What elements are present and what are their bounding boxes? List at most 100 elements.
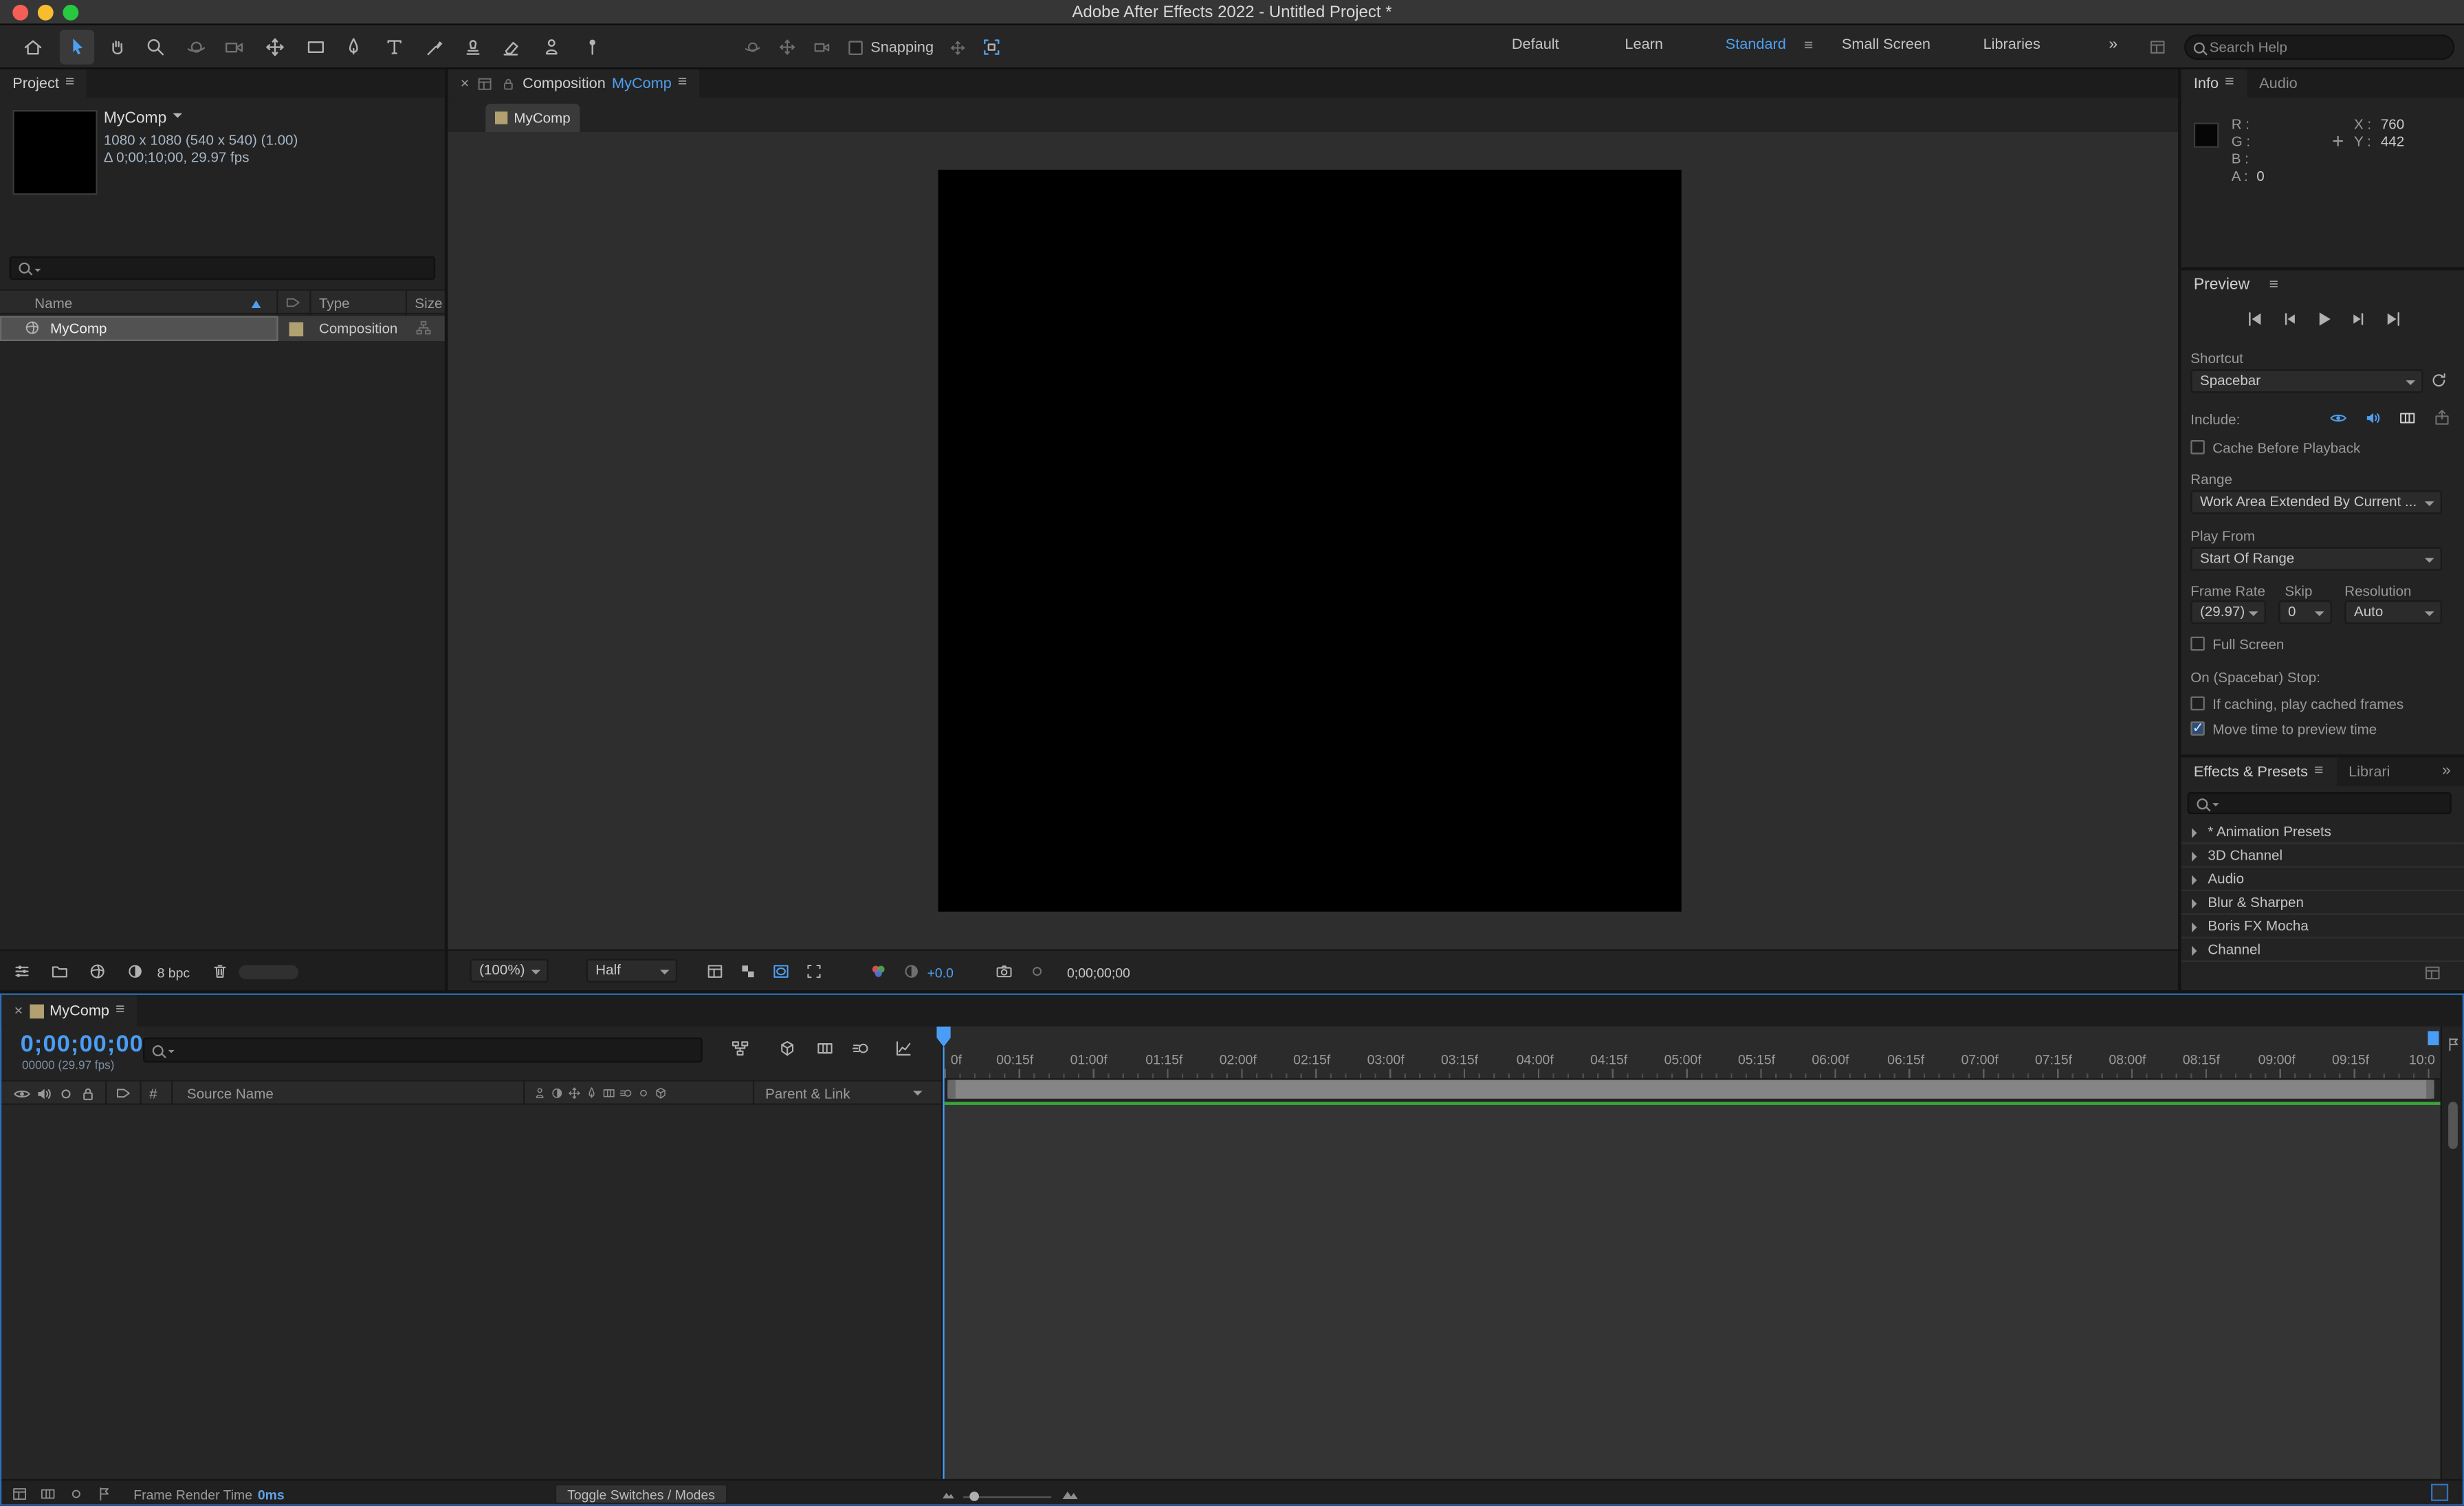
lock-icon[interactable]: [499, 75, 516, 92]
exposure-icon[interactable]: [902, 962, 921, 981]
layer-switches-toggle-icon[interactable]: [11, 1485, 28, 1503]
current-timecode[interactable]: 0;00;00;00: [21, 1031, 144, 1058]
full-screen-checkbox[interactable]: [2190, 637, 2205, 651]
panel-list-icon[interactable]: [2423, 963, 2442, 982]
quality-icon[interactable]: [567, 1086, 582, 1100]
new-composition-icon[interactable]: [88, 962, 107, 981]
include-video-icon[interactable]: [2329, 408, 2347, 427]
column-source-name[interactable]: Source Name: [187, 1086, 274, 1102]
list-item[interactable]: Boris FX Mocha: [2181, 915, 2464, 938]
chevron-right-icon[interactable]: [2192, 946, 2202, 957]
lock-icon[interactable]: [78, 1084, 97, 1103]
timeline-search-input[interactable]: [179, 1042, 693, 1058]
graph-editor-icon[interactable]: [894, 1039, 913, 1058]
trash-icon[interactable]: [210, 962, 229, 981]
resolution-preview-dropdown[interactable]: Auto: [2344, 600, 2442, 624]
close-icon[interactable]: ×: [461, 75, 470, 92]
list-item[interactable]: 3D Channel: [2181, 844, 2464, 867]
shape-tool[interactable]: [298, 30, 333, 64]
play-from-dropdown[interactable]: Start Of Range: [2190, 547, 2442, 570]
vertical-scrollbar[interactable]: [2448, 1102, 2458, 1149]
mask-visibility-icon[interactable]: [771, 962, 790, 981]
motion-blur-icon[interactable]: [852, 1039, 870, 1058]
column-size[interactable]: Size: [415, 296, 442, 312]
panel-layout-icon[interactable]: [2140, 30, 2175, 64]
viewer-timecode[interactable]: 0;00;00;00: [1067, 965, 1130, 981]
snapshot-icon[interactable]: [995, 962, 1013, 981]
tab-effects-presets[interactable]: Effects & Presets ≡: [2181, 758, 2336, 786]
full-screen-label[interactable]: Full Screen: [2212, 637, 2284, 653]
grid-guides-icon[interactable]: [705, 962, 724, 981]
cache-before-playback-label[interactable]: Cache Before Playback: [2212, 440, 2360, 456]
color-management-icon[interactable]: [869, 962, 888, 981]
time-ruler[interactable]: 0f 00:15f 01:00f 01:15f 02:00f 02:15f 03…: [945, 1027, 2441, 1080]
timeline-corner-button[interactable]: [2431, 1484, 2448, 1501]
chevron-right-icon[interactable]: [2192, 875, 2202, 886]
effects-search-input[interactable]: [2223, 796, 2442, 811]
include-overlays-icon[interactable]: [2398, 408, 2417, 427]
workspace-overflow-icon[interactable]: »: [2109, 36, 2118, 54]
shortcut-dropdown[interactable]: Spacebar: [2190, 369, 2423, 393]
sort-ascending-icon[interactable]: [252, 301, 261, 308]
column-name[interactable]: Name: [34, 296, 72, 312]
move-time-label[interactable]: Move time to preview time: [2212, 721, 2377, 737]
composition-mini-flowchart-icon[interactable]: [731, 1039, 749, 1058]
chevron-down-icon[interactable]: [913, 1091, 923, 1100]
tab-composition[interactable]: × Composition MyComp ≡: [448, 69, 699, 98]
brush-tool[interactable]: [418, 30, 452, 64]
type-tool[interactable]: [377, 30, 412, 64]
viewer-canvas-area[interactable]: [448, 132, 2178, 950]
roto-brush-tool[interactable]: [534, 30, 569, 64]
viewer-subtab[interactable]: MyComp: [485, 104, 580, 132]
project-search-input[interactable]: [45, 260, 426, 276]
eraser-tool[interactable]: [494, 30, 528, 64]
snapping-checkbox[interactable]: [848, 41, 863, 55]
marker-icon[interactable]: [96, 1485, 113, 1503]
transparency-grid-icon[interactable]: [738, 962, 757, 981]
workspace-menu-icon[interactable]: ≡: [1804, 39, 1813, 55]
work-area-bar[interactable]: [947, 1080, 2434, 1098]
comp-marker-icon[interactable]: [2445, 1036, 2463, 1053]
camera-pan-icon[interactable]: [770, 30, 804, 64]
chevron-right-icon[interactable]: [2192, 828, 2202, 838]
video-eye-icon[interactable]: [12, 1084, 31, 1103]
table-row[interactable]: MyComp Composition: [0, 316, 445, 341]
in-out-toggle-icon[interactable]: [67, 1485, 85, 1503]
toggle-switches-modes-button[interactable]: Toggle Switches / Modes: [555, 1484, 727, 1505]
skip-dropdown[interactable]: 0: [2278, 600, 2332, 624]
resolution-dropdown[interactable]: Half: [586, 959, 678, 982]
motion-blur-icon[interactable]: [619, 1086, 634, 1100]
project-search[interactable]: [10, 257, 435, 280]
snap-to-features-icon[interactable]: [974, 30, 1009, 64]
play-button[interactable]: [2313, 308, 2335, 330]
selection-tool[interactable]: [60, 30, 94, 64]
3d-layer-icon[interactable]: [654, 1086, 668, 1100]
shy-icon[interactable]: [533, 1086, 547, 1100]
interpret-footage-icon[interactable]: [12, 962, 31, 981]
workspace-small-screen[interactable]: Small Screen: [1842, 36, 1930, 54]
composition-canvas[interactable]: [938, 170, 1682, 912]
timeline-search[interactable]: [143, 1038, 703, 1063]
transfer-modes-toggle-icon[interactable]: [39, 1485, 56, 1503]
region-of-interest-icon[interactable]: [804, 962, 823, 981]
new-folder-icon[interactable]: [50, 962, 69, 981]
previous-frame-button[interactable]: [2278, 308, 2300, 330]
adjustment-icon[interactable]: [126, 962, 144, 981]
column-parent-link[interactable]: Parent & Link: [765, 1086, 850, 1102]
panel-menu-icon[interactable]: ≡: [678, 76, 687, 91]
camera-dolly-icon[interactable]: [804, 30, 839, 64]
zoom-out-mountain-icon[interactable]: [941, 1487, 956, 1501]
label-column-icon[interactable]: [285, 294, 302, 311]
list-item[interactable]: Audio: [2181, 868, 2464, 891]
panel-menu-icon[interactable]: ≡: [2269, 279, 2278, 294]
chevron-right-icon[interactable]: [2192, 899, 2202, 909]
pen-tool[interactable]: [336, 30, 371, 64]
frame-blend-icon[interactable]: [602, 1086, 616, 1100]
panel-menu-icon[interactable]: ≡: [116, 1003, 124, 1018]
effects-search[interactable]: [2188, 792, 2452, 814]
color-depth-button[interactable]: 8 bpc: [157, 965, 190, 981]
track-area[interactable]: [945, 1105, 2441, 1479]
tab-libraries[interactable]: Librari: [2336, 758, 2403, 786]
label-color-swatch[interactable]: [289, 323, 304, 337]
snapping-label[interactable]: Snapping: [870, 39, 934, 56]
